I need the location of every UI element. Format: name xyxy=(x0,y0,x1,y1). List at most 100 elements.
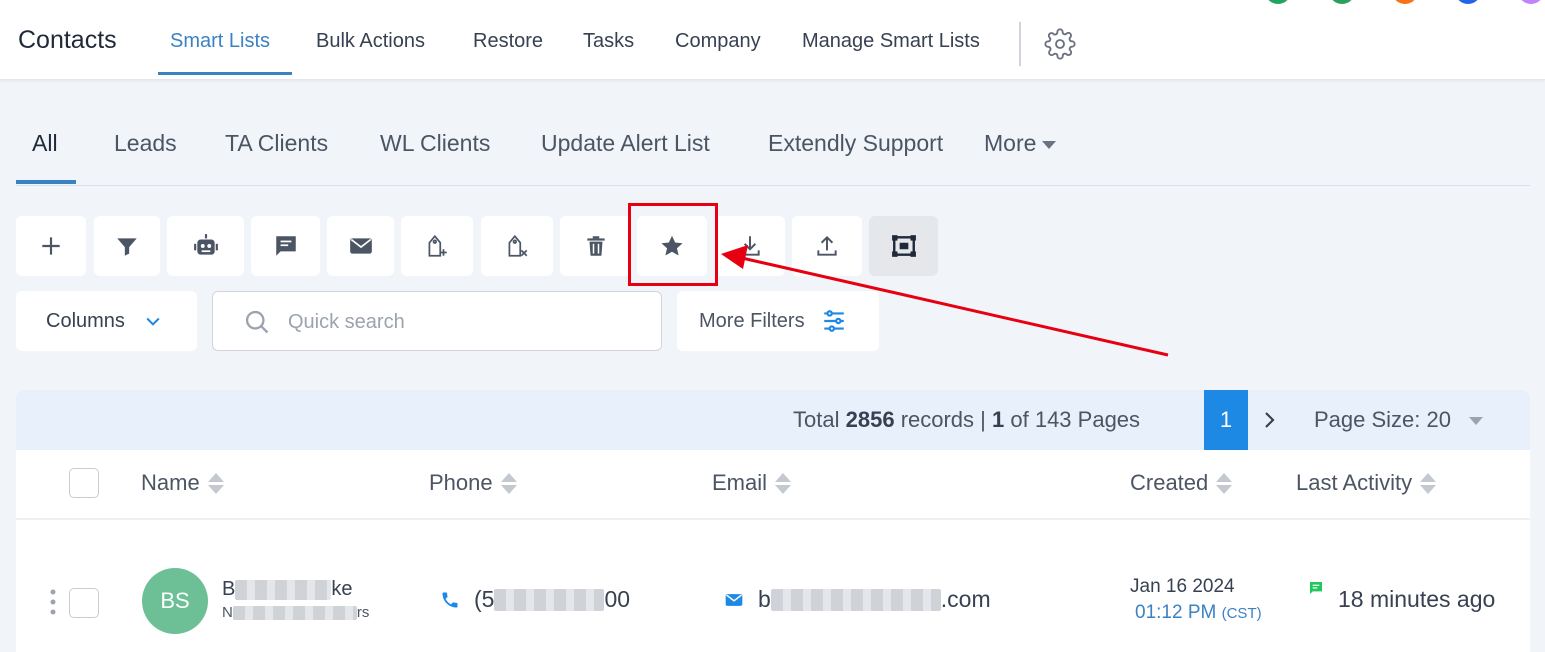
subtab-wl-clients[interactable]: WL Clients xyxy=(380,130,490,157)
column-header-name[interactable]: Name xyxy=(141,470,224,496)
total-records: 2856 xyxy=(845,407,895,432)
top-navbar: Contacts Smart Lists Bulk Actions Restor… xyxy=(0,0,1545,80)
column-label: Email xyxy=(712,470,768,495)
column-header-created[interactable]: Created xyxy=(1130,470,1233,496)
download-icon xyxy=(740,236,760,256)
name-start: B xyxy=(222,578,236,600)
tab-bulk-actions[interactable]: Bulk Actions xyxy=(316,30,425,53)
page-title: Contacts xyxy=(18,26,117,54)
total-prefix: Total xyxy=(793,407,840,432)
column-label: Created xyxy=(1130,470,1209,495)
remove-tag-button[interactable] xyxy=(481,216,553,276)
import-button[interactable] xyxy=(792,216,862,276)
gear-icon[interactable] xyxy=(1044,28,1076,60)
email-start: b xyxy=(758,586,771,612)
subtab-update-alert-list[interactable]: Update Alert List xyxy=(541,130,710,157)
company-end: rs xyxy=(356,604,370,621)
subtab-more-dropdown[interactable]: More xyxy=(984,130,1057,157)
tab-restore[interactable]: Restore xyxy=(473,30,543,53)
table-row[interactable]: BS Bke Nrs (5 00 b .com Jan 16 2024 01:12 … xyxy=(16,522,1530,652)
contacts-table: Total 2856 records | 1 of 143 Pages 1 Pa… xyxy=(16,390,1530,652)
contact-name[interactable]: Bke xyxy=(222,578,352,601)
columns-label: Columns xyxy=(46,309,125,332)
page-button-1[interactable]: 1 xyxy=(1204,390,1248,450)
trash-icon xyxy=(586,236,605,256)
active-subtab-indicator xyxy=(16,180,76,184)
phone-end: 00 xyxy=(604,586,631,612)
add-tag-button[interactable] xyxy=(401,216,473,276)
page-size-label: Page Size: 20 xyxy=(1314,407,1451,432)
remove-tag-icon xyxy=(508,234,528,257)
upload-icon xyxy=(817,235,837,256)
select-all-checkbox[interactable] xyxy=(69,468,99,498)
robot-icon xyxy=(193,234,218,255)
search-icon xyxy=(245,310,269,334)
subtab-divider xyxy=(16,185,1530,186)
more-filters-label: More Filters xyxy=(699,309,805,332)
filter-icon xyxy=(117,238,137,256)
user-dot xyxy=(1518,0,1544,4)
chevron-down-icon xyxy=(146,317,160,326)
merge-contacts-button[interactable] xyxy=(869,216,938,276)
column-label: Name xyxy=(141,470,200,495)
subtab-leads[interactable]: Leads xyxy=(114,130,177,157)
add-tag-icon xyxy=(428,234,447,257)
annotation-highlight-box xyxy=(628,203,718,286)
tab-tasks[interactable]: Tasks xyxy=(583,30,634,53)
created-date: Jan 16 2024 xyxy=(1130,576,1235,597)
page-size-dropdown[interactable]: Page Size: 20 xyxy=(1314,407,1483,433)
send-sms-button[interactable] xyxy=(251,216,320,276)
contact-phone[interactable]: (5 00 xyxy=(440,586,630,613)
company-start: N xyxy=(222,604,233,621)
sort-icon xyxy=(1420,472,1437,494)
column-label: Phone xyxy=(429,470,493,495)
columns-dropdown[interactable]: Columns xyxy=(16,291,197,351)
caret-down-icon xyxy=(1468,417,1483,426)
filter-button[interactable] xyxy=(94,216,160,276)
quick-search-field xyxy=(212,291,662,351)
user-dot xyxy=(1329,0,1355,4)
tab-company[interactable]: Company xyxy=(675,30,761,53)
drag-handle-icon[interactable] xyxy=(50,588,56,616)
tab-smart-lists[interactable]: Smart Lists xyxy=(170,30,270,53)
created-time: 01:12 PM (CST) xyxy=(1135,602,1262,624)
sliders-icon xyxy=(823,310,844,332)
automation-button[interactable] xyxy=(167,216,244,276)
subtab-ta-clients[interactable]: TA Clients xyxy=(225,130,328,157)
column-header-last-activity[interactable]: Last Activity xyxy=(1296,470,1437,496)
subtab-extendly-support[interactable]: Extendly Support xyxy=(768,130,943,157)
column-header-phone[interactable]: Phone xyxy=(429,470,517,496)
more-label: More xyxy=(984,130,1037,156)
mail-icon xyxy=(725,593,743,606)
export-button[interactable] xyxy=(715,216,785,276)
more-filters-button[interactable]: More Filters xyxy=(677,291,879,351)
sort-icon xyxy=(1216,472,1233,494)
user-dot xyxy=(1392,0,1418,4)
caret-down-icon xyxy=(1042,140,1057,149)
message-icon xyxy=(275,236,296,256)
current-page: 1 xyxy=(992,407,1005,432)
created-time-value: 01:12 PM xyxy=(1135,602,1217,623)
pages-text: of 143 Pages xyxy=(1010,407,1141,432)
search-input[interactable] xyxy=(288,308,628,336)
row-checkbox[interactable] xyxy=(69,588,99,618)
delete-button[interactable] xyxy=(560,216,631,276)
timezone: (CST) xyxy=(1221,605,1262,622)
add-contact-button[interactable] xyxy=(16,216,86,276)
phone-icon xyxy=(442,592,458,607)
records-summary: Total 2856 records | 1 of 143 Pages xyxy=(793,407,1140,433)
chevron-right-icon[interactable] xyxy=(1260,406,1280,434)
redacted-text xyxy=(232,606,357,621)
user-dot xyxy=(1455,0,1481,4)
redacted-text xyxy=(235,579,332,600)
send-email-button[interactable] xyxy=(327,216,394,276)
subtab-all[interactable]: All xyxy=(32,130,58,157)
contact-company: Nrs xyxy=(222,604,369,621)
redacted-text xyxy=(494,588,605,611)
column-label: Last Activity xyxy=(1296,470,1413,495)
active-tab-indicator xyxy=(158,72,292,75)
last-activity: 18 minutes ago xyxy=(1308,582,1495,613)
column-header-email[interactable]: Email xyxy=(712,470,792,496)
contact-email[interactable]: b .com xyxy=(724,586,991,613)
tab-manage-smart-lists[interactable]: Manage Smart Lists xyxy=(802,30,980,53)
